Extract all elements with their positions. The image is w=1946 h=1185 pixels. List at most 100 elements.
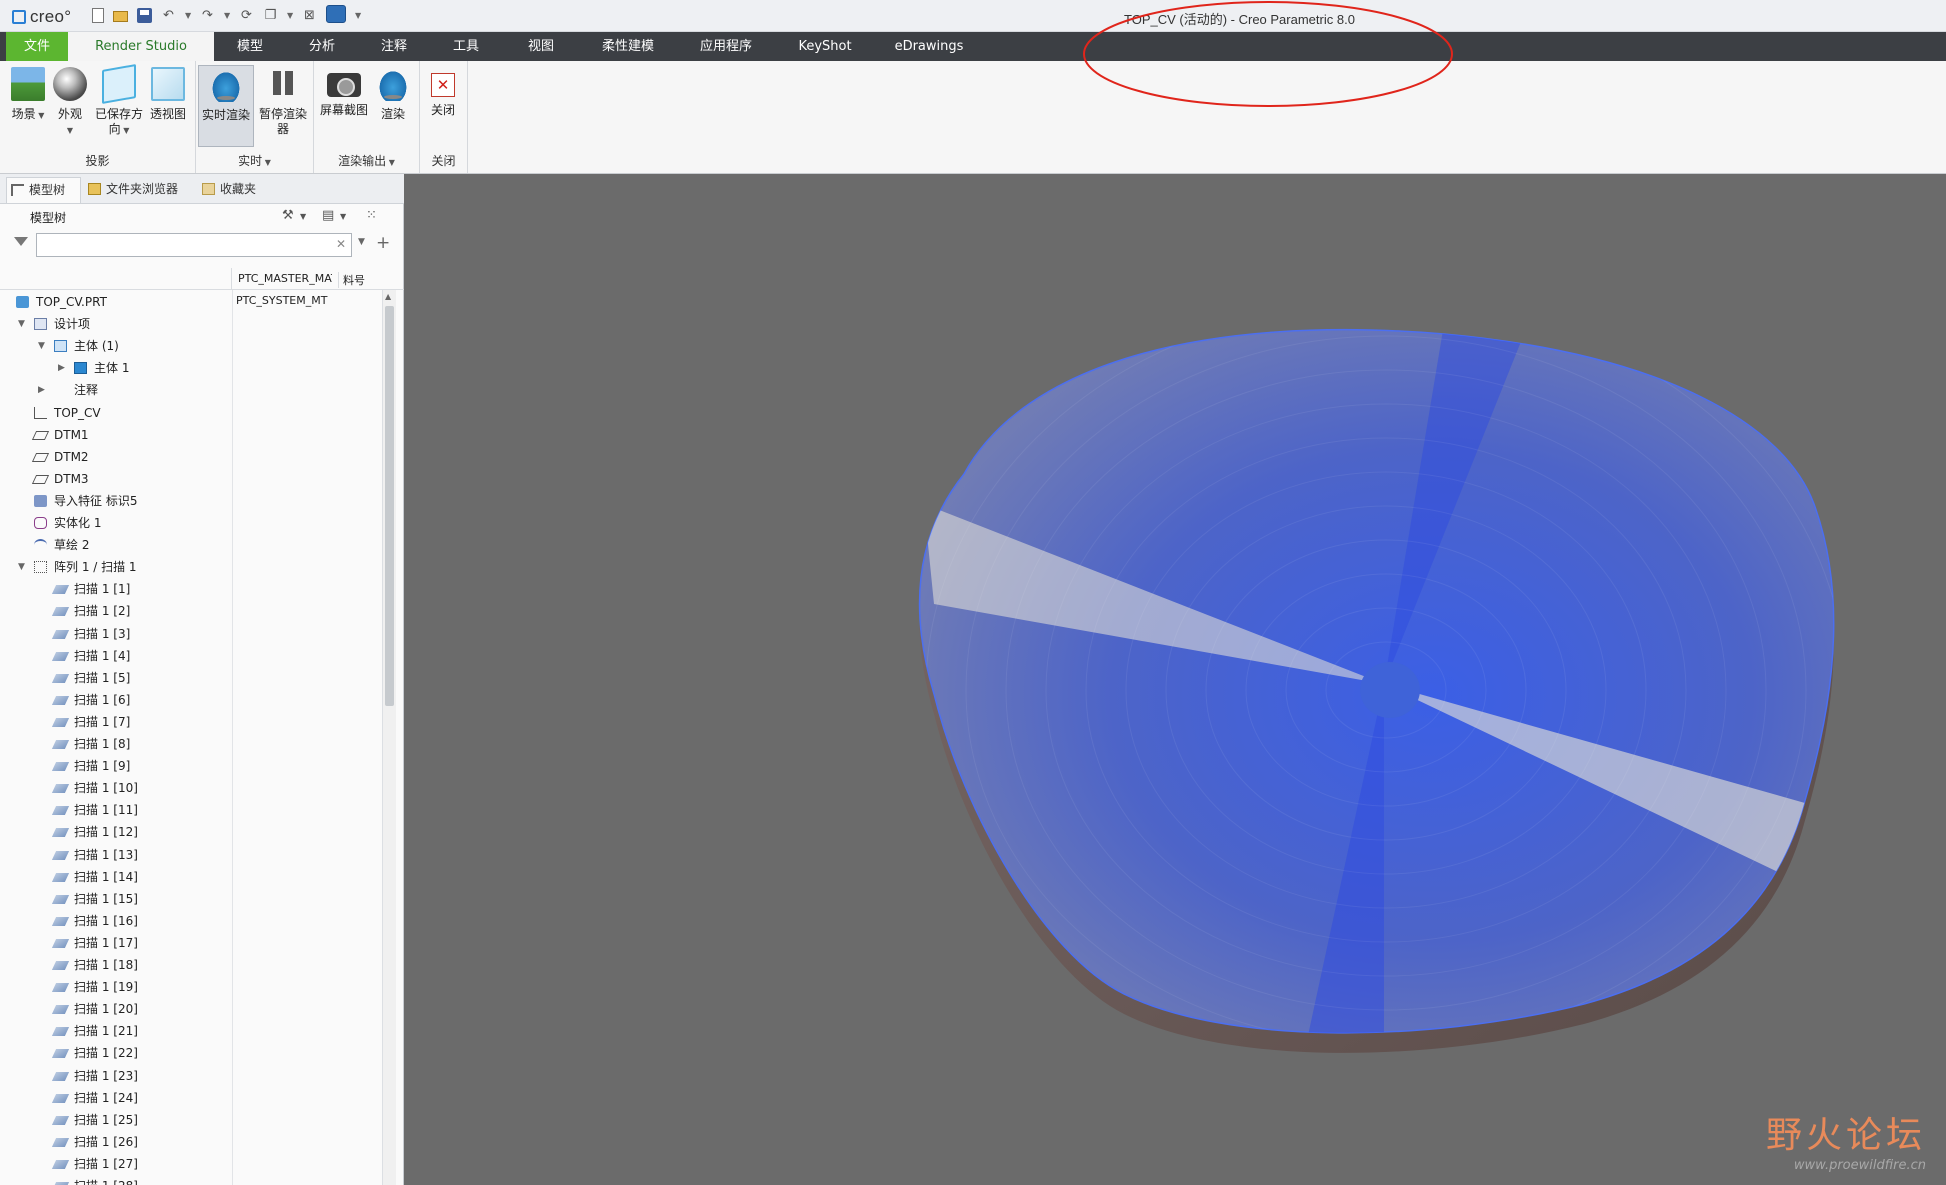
tree-row[interactable]: ▶ 主体 1 [0, 357, 230, 379]
tree-scrollbar[interactable]: ▲ [382, 290, 396, 1185]
tree-search-input[interactable] [36, 233, 352, 257]
tab-keyshot[interactable]: KeyShot [776, 32, 874, 61]
saved-orientation-button[interactable]: 已保存方向 ▼ [92, 64, 146, 138]
tree-row[interactable]: 扫描 1 [22] [0, 1042, 230, 1064]
tab-analysis[interactable]: 分析 [286, 32, 358, 61]
column-name-header[interactable] [0, 268, 232, 290]
tree-row[interactable]: 扫描 1 [10] [0, 777, 230, 799]
tree-row[interactable]: 扫描 1 [5] [0, 667, 230, 689]
tree-row[interactable]: DTM2 [0, 446, 230, 468]
tree-filter-icon[interactable]: ⁙ [366, 208, 377, 223]
tree-row[interactable]: 扫描 1 [25] [0, 1109, 230, 1131]
tree-row[interactable]: ▼ 主体 (1) [0, 335, 230, 357]
scroll-up-icon[interactable]: ▲ [385, 292, 391, 301]
render-studio-quick-icon[interactable] [326, 5, 346, 23]
tree-row[interactable]: 扫描 1 [13] [0, 844, 230, 866]
expand-icon[interactable]: ▶ [58, 357, 65, 379]
tree-row[interactable]: 扫描 1 [28] [0, 1175, 230, 1185]
appearance-button[interactable]: 外观 ▼ [46, 65, 94, 138]
tree-row[interactable]: 扫描 1 [12] [0, 821, 230, 843]
tree-row[interactable]: ▼ 设计项 [0, 313, 230, 335]
tree-row[interactable]: 扫描 1 [20] [0, 998, 230, 1020]
new-file-icon[interactable] [92, 7, 104, 23]
scroll-thumb[interactable] [385, 306, 394, 706]
undo-icon[interactable]: ↶ [161, 8, 176, 23]
tree-row[interactable]: 扫描 1 [24] [0, 1087, 230, 1109]
tree-row[interactable]: ▶ 注释 [0, 379, 230, 401]
show-list-icon[interactable]: ▤ [322, 208, 334, 223]
group-label-realtime[interactable]: 实时 ▼ [196, 152, 313, 169]
graphics-viewport[interactable]: 野火论坛 www.proewildfire.cn [404, 174, 1946, 1185]
tree-row[interactable]: ▼ 阵列 1 / 扫描 1 [0, 556, 230, 578]
scene-button[interactable]: 场景 ▼ [4, 65, 52, 123]
pause-renderer-button[interactable]: 暂停渲染器 [256, 65, 310, 137]
tree-row[interactable]: 实体化 1 [0, 512, 230, 534]
tab-favorites[interactable]: 收藏夹 [198, 177, 278, 203]
tree-row[interactable]: 扫描 1 [27] [0, 1153, 230, 1175]
tab-annotate[interactable]: 注释 [358, 32, 430, 61]
tree-row[interactable]: TOP_CV [0, 402, 230, 424]
show-list-dropdown-icon[interactable]: ▼ [340, 212, 346, 221]
tab-view[interactable]: 视图 [502, 32, 580, 61]
open-folder-icon[interactable] [113, 11, 128, 22]
screenshot-button[interactable]: 屏幕截图 [318, 65, 370, 118]
clear-search-icon[interactable]: ✕ [336, 237, 346, 251]
tab-applications[interactable]: 应用程序 [676, 32, 776, 61]
tree-settings-icon[interactable]: ⚒ [282, 208, 294, 223]
windows-dropdown-icon[interactable]: ▼ [287, 8, 293, 23]
tab-flexible-modeling[interactable]: 柔性建模 [580, 32, 676, 61]
save-icon[interactable] [137, 7, 152, 23]
tree-settings-dropdown-icon[interactable]: ▼ [300, 212, 306, 221]
column-part-number[interactable]: 料号 [338, 272, 365, 288]
tree-row[interactable]: 扫描 1 [15] [0, 888, 230, 910]
group-label-render-output[interactable]: 渲染输出 ▼ [314, 152, 419, 169]
tree-row[interactable]: DTM1 [0, 424, 230, 446]
tree-row[interactable]: 扫描 1 [3] [0, 623, 230, 645]
tab-edrawings[interactable]: eDrawings [874, 32, 984, 61]
tree-row[interactable]: 扫描 1 [1] [0, 578, 230, 600]
collapse-icon[interactable]: ▼ [38, 335, 45, 357]
tree-row[interactable]: 扫描 1 [18] [0, 954, 230, 976]
redo-icon[interactable]: ↷ [200, 8, 215, 23]
add-column-icon[interactable]: + [376, 233, 390, 253]
tree-row[interactable]: 扫描 1 [26] [0, 1131, 230, 1153]
perspective-button[interactable]: 透视图 [144, 65, 192, 122]
regenerate-icon[interactable]: ⟳ [239, 8, 254, 23]
tree-row[interactable]: 扫描 1 [4] [0, 645, 230, 667]
tree-row[interactable]: 扫描 1 [23] [0, 1065, 230, 1087]
collapse-icon[interactable]: ▼ [18, 556, 25, 578]
windows-icon[interactable]: ❐ [263, 8, 278, 23]
tree-row[interactable]: 扫描 1 [7] [0, 711, 230, 733]
tree-row[interactable]: 扫描 1 [16] [0, 910, 230, 932]
realtime-render-button[interactable]: 实时渲染 [198, 65, 254, 147]
tree-row[interactable]: 扫描 1 [11] [0, 799, 230, 821]
tree-row[interactable]: 扫描 1 [17] [0, 932, 230, 954]
tab-model[interactable]: 模型 [214, 32, 286, 61]
redo-dropdown-icon[interactable]: ▼ [224, 8, 230, 23]
column-master-material[interactable]: PTC_MASTER_MATERIAL [238, 272, 332, 285]
tree-row[interactable]: 草绘 2 [0, 534, 230, 556]
tree-row[interactable]: 扫描 1 [9] [0, 755, 230, 777]
tree-row[interactable]: 扫描 1 [2] [0, 600, 230, 622]
tree-row[interactable]: 扫描 1 [21] [0, 1020, 230, 1042]
collapse-icon[interactable]: ▼ [18, 313, 25, 335]
tree-row[interactable]: 导入特征 标识5 [0, 490, 230, 512]
tab-model-tree[interactable]: 模型树 [6, 177, 81, 203]
expand-icon[interactable]: ▶ [38, 379, 45, 401]
close-window-icon[interactable]: ⊠ [302, 8, 317, 23]
tree-row[interactable]: 扫描 1 [8] [0, 733, 230, 755]
search-dropdown-icon[interactable]: ▼ [358, 237, 365, 247]
undo-dropdown-icon[interactable]: ▼ [185, 8, 191, 23]
filter-icon[interactable] [14, 237, 28, 246]
tree-row[interactable]: DTM3 [0, 468, 230, 490]
render-button[interactable]: 渲染 [370, 65, 416, 122]
tree-row[interactable]: TOP_CV.PRT [0, 291, 230, 313]
tab-folder-browser[interactable]: 文件夹浏览器 [84, 177, 196, 203]
tab-render-studio[interactable]: Render Studio [68, 32, 214, 61]
tree-row[interactable]: 扫描 1 [14] [0, 866, 230, 888]
tree-row[interactable]: 扫描 1 [6] [0, 689, 230, 711]
tree-row[interactable]: 扫描 1 [19] [0, 976, 230, 998]
close-render-studio-button[interactable]: 关闭 [420, 65, 466, 118]
tab-file[interactable]: 文件 [6, 32, 68, 61]
tab-tools[interactable]: 工具 [430, 32, 502, 61]
